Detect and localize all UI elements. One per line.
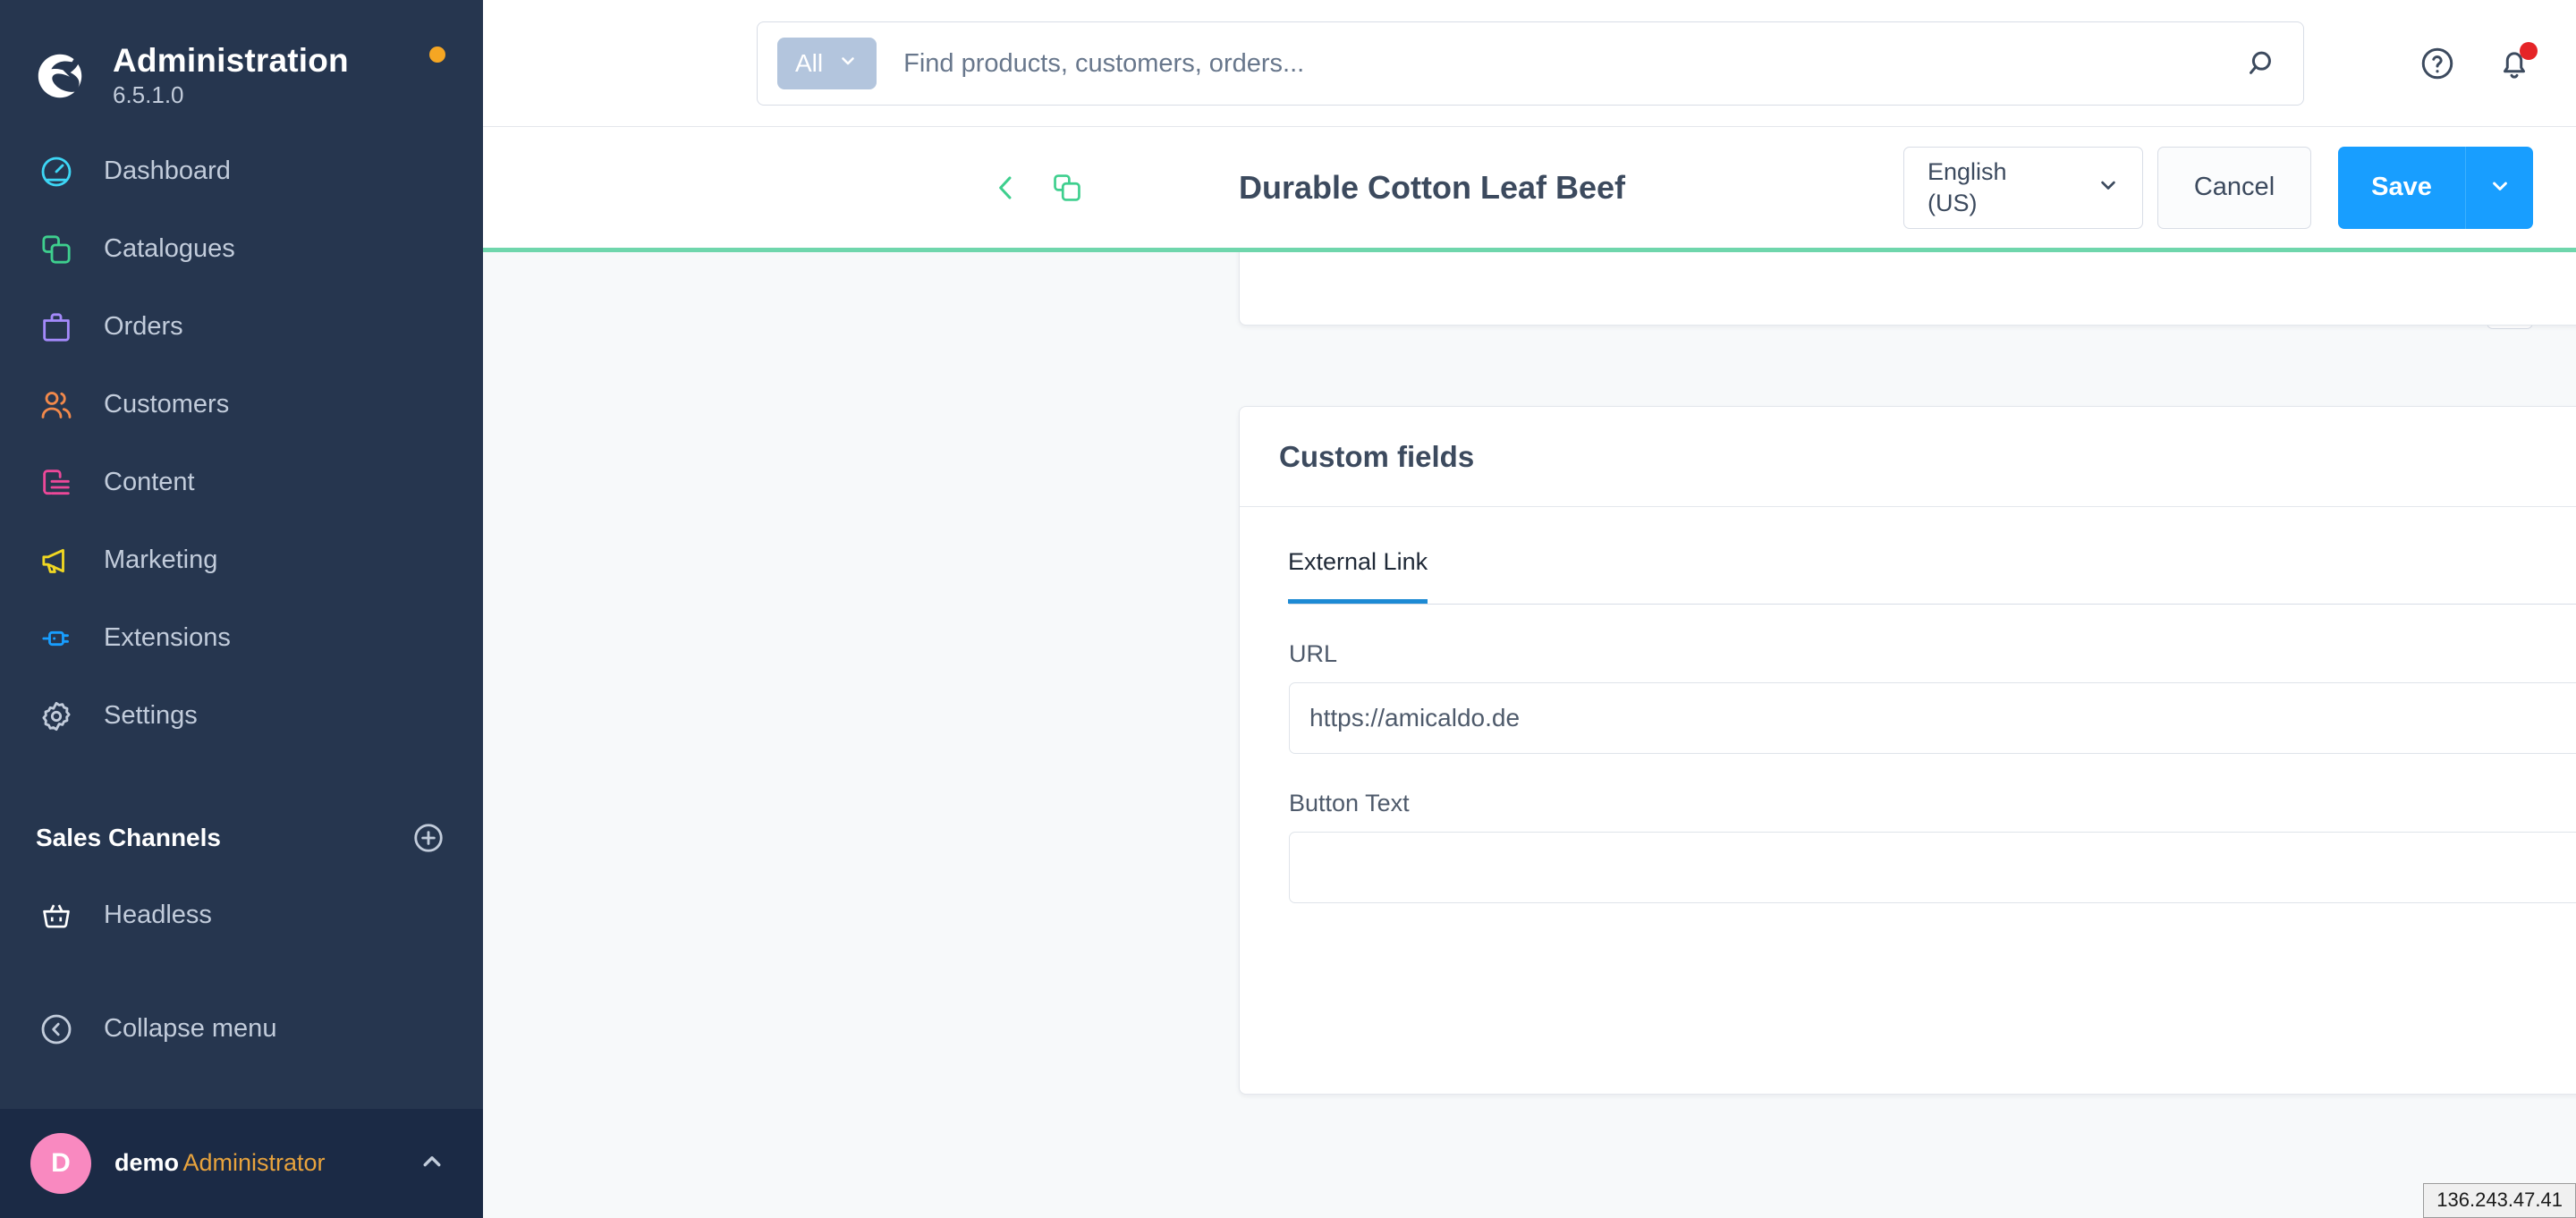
language-line2: (US)	[1928, 189, 1978, 216]
catalogues-icon[interactable]	[1050, 171, 1084, 205]
extensions-icon	[36, 618, 77, 659]
page-header-left	[483, 171, 1084, 205]
settings-icon	[36, 696, 77, 737]
sidebar-item-label: Content	[104, 468, 195, 496]
notification-badge	[2520, 42, 2538, 60]
app-root: Administration 6.5.1.0 Dashboard Catalog…	[0, 0, 2576, 1218]
search-icon[interactable]	[2246, 47, 2280, 80]
save-split-button: Save	[2338, 146, 2533, 229]
topbar-actions	[2419, 0, 2538, 127]
search-scope-label: All	[795, 49, 824, 77]
sidebar-item-label: Customers	[104, 390, 230, 419]
button-text-field-label: Button Text	[1289, 790, 1410, 816]
chevron-down-icon	[2487, 173, 2512, 201]
button-text-field-group: Button Text	[1240, 790, 2576, 903]
help-circle-icon[interactable]	[2419, 45, 2456, 82]
sidebar-item-label: Dashboard	[104, 156, 231, 185]
chevron-down-icon	[2096, 173, 2121, 202]
save-options-button[interactable]	[2465, 146, 2533, 229]
search-scope-dropdown[interactable]: All	[777, 38, 877, 89]
sidebar-item-label: Settings	[104, 701, 198, 730]
collapse-menu-label: Collapse menu	[104, 1014, 277, 1043]
page-title: Durable Cotton Leaf Beef	[1239, 168, 1626, 206]
main-area: All Find products, customers, orders... …	[483, 0, 2576, 1218]
url-field-group: URL	[1240, 640, 2576, 754]
sidebar-item-content[interactable]: Content	[0, 444, 483, 521]
sidebar-item-label: Headless	[104, 901, 212, 929]
plus-circle-icon[interactable]	[411, 821, 445, 855]
custom-fields-tabs: External Link	[1240, 507, 2576, 604]
page-header-actions: English (US) Cancel Save	[1903, 146, 2533, 229]
tab-divider	[1289, 604, 2576, 605]
user-role: Administrator	[182, 1149, 326, 1177]
language-label: English (US)	[1928, 156, 2007, 218]
sidebar-nav: Dashboard Catalogues Orders Customers Co…	[0, 132, 483, 755]
sidebar-item-catalogues[interactable]: Catalogues	[0, 210, 483, 288]
orders-icon	[36, 307, 77, 348]
chevron-up-icon	[417, 1146, 447, 1181]
user-menu-button[interactable]: D demo Administrator	[0, 1109, 483, 1218]
customers-icon	[36, 385, 77, 426]
marketing-icon	[36, 540, 77, 581]
sidebar-item-dashboard[interactable]: Dashboard	[0, 132, 483, 210]
collapse-menu-button[interactable]: Collapse menu	[0, 990, 483, 1068]
card-title: Custom fields	[1279, 439, 1475, 473]
cancel-button[interactable]: Cancel	[2157, 146, 2311, 229]
update-available-dot	[429, 47, 445, 63]
topbar: All	[483, 0, 2576, 127]
sidebar-item-label: Marketing	[104, 546, 218, 574]
search-input[interactable]	[903, 48, 2246, 79]
chevron-left-icon[interactable]	[989, 171, 1023, 205]
previous-card	[1239, 252, 2576, 326]
brand-version: 6.5.1.0	[113, 81, 184, 109]
language-line1: English	[1928, 157, 2007, 185]
shopware-logo-icon	[32, 48, 88, 104]
content-icon	[36, 462, 77, 503]
content-area: Custom fields External Link URL Button T…	[483, 248, 2576, 1218]
language-select[interactable]: English (US)	[1903, 146, 2143, 229]
tab-external-link[interactable]: External Link	[1288, 548, 1428, 604]
sidebar-item-settings[interactable]: Settings	[0, 677, 483, 755]
sidebar-item-headless[interactable]: Headless	[0, 876, 483, 954]
sales-channels-section-header: Sales Channels	[0, 799, 483, 876]
chevron-down-icon	[837, 49, 859, 78]
user-meta: demo Administrator	[114, 1148, 417, 1179]
global-search[interactable]: All	[757, 21, 2304, 106]
chevron-left-circle-icon	[36, 1009, 77, 1050]
url-input[interactable]	[1289, 682, 2576, 754]
sales-channels-title: Sales Channels	[36, 824, 221, 851]
brand-text: Administration 6.5.1.0	[113, 42, 349, 109]
sidebar-item-label: Extensions	[104, 623, 231, 652]
ip-address-badge: 136.243.47.41	[2423, 1183, 2576, 1218]
sidebar-item-customers[interactable]: Customers	[0, 366, 483, 444]
save-button[interactable]: Save	[2338, 146, 2465, 229]
basket-icon	[36, 895, 77, 936]
button-text-input[interactable]	[1289, 832, 2576, 903]
sidebar-item-label: Orders	[104, 312, 183, 341]
bell-icon[interactable]	[2496, 42, 2538, 82]
catalogues-icon	[36, 229, 77, 270]
user-name: demo	[114, 1149, 180, 1177]
avatar: D	[30, 1133, 91, 1194]
sidebar-item-extensions[interactable]: Extensions	[0, 599, 483, 677]
sidebar-header: Administration 6.5.1.0	[0, 0, 483, 114]
sidebar-item-orders[interactable]: Orders	[0, 288, 483, 366]
custom-fields-header: Custom fields	[1240, 407, 2576, 507]
sidebar: Administration 6.5.1.0 Dashboard Catalog…	[0, 0, 483, 1218]
sidebar-item-label: Catalogues	[104, 234, 235, 263]
dashboard-icon	[36, 151, 77, 192]
sidebar-item-marketing[interactable]: Marketing	[0, 521, 483, 599]
url-field-label: URL	[1289, 640, 1338, 667]
brand-title: Administration	[113, 42, 349, 80]
custom-fields-card: Custom fields External Link URL Button T…	[1239, 406, 2576, 1095]
page-header: Durable Cotton Leaf Beef English (US) Ca…	[483, 127, 2576, 248]
